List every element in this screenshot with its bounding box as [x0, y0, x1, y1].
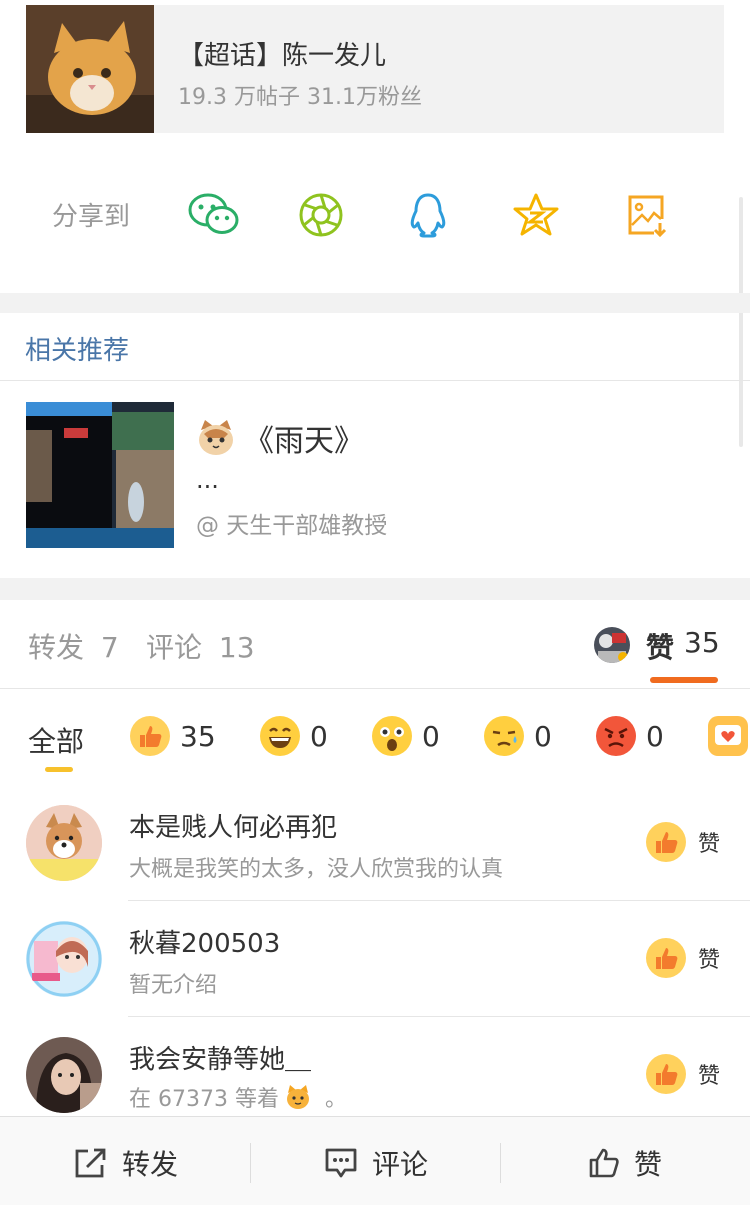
super-topic-card[interactable]: 【超话】陈一发儿 19.3 万帖子 31.1万粉丝 — [26, 5, 724, 133]
repost-button[interactable]: 转发 — [74, 1143, 178, 1183]
comment-icon — [325, 1148, 357, 1178]
sad-emoji-icon — [484, 716, 524, 756]
section-divider — [0, 578, 750, 600]
like-label: 赞 — [698, 948, 721, 973]
tab-comment-label: 评论 — [146, 631, 203, 664]
share-out-icon — [75, 1148, 106, 1178]
bottom-action-bar: 转发 评论 赞 — [0, 1116, 750, 1205]
user-bio: 在 67373 等着 — [129, 1087, 279, 1112]
tab-repost-label: 转发 — [28, 631, 85, 664]
reaction-count: 0 — [646, 719, 664, 753]
filter-active-indicator — [45, 767, 73, 772]
repost-label: 转发 — [122, 1148, 179, 1181]
filter-all[interactable]: 全部 — [28, 720, 84, 760]
wechat-icon — [188, 193, 239, 234]
list-item[interactable]: 秋暮200503 暂无介绍 赞 — [0, 902, 750, 1018]
reaction-count: 0 — [422, 719, 440, 753]
filter-sad[interactable]: 0 — [484, 716, 552, 756]
share-wechat-button[interactable] — [186, 187, 242, 243]
section-divider — [0, 293, 750, 313]
topic-cat-image — [26, 5, 154, 133]
user-bio: 大概是我笑的太多，没人欣赏我的认真 — [129, 857, 504, 882]
user-name[interactable]: 本是贱人何必再犯 — [129, 807, 337, 844]
filter-thumbs-up[interactable]: 35 — [130, 716, 216, 756]
thumbs-up-emoji-icon — [646, 822, 686, 862]
divider — [0, 380, 750, 381]
save-image-icon — [628, 195, 667, 237]
user-bio-suffix: 。 — [324, 1087, 347, 1112]
thumbs-up-emoji-icon — [646, 938, 686, 978]
reaction-count: 0 — [534, 719, 552, 753]
moments-icon — [299, 193, 343, 237]
avatar — [26, 921, 102, 997]
divider — [128, 1016, 750, 1017]
filter-heart[interactable] — [708, 716, 750, 756]
comment-button[interactable]: 评论 — [324, 1143, 428, 1183]
save-image-button[interactable] — [618, 187, 674, 243]
divider — [0, 688, 750, 689]
like-bottom-button[interactable]: 赞 — [588, 1143, 662, 1183]
user-name[interactable]: 我会安静等她＿ — [129, 1039, 311, 1076]
user-bio: 暂无介绍 — [129, 973, 218, 998]
recommended-item-author[interactable]: @ 天生干部雄教授 — [196, 506, 387, 540]
like-user-avatar — [594, 627, 630, 663]
qzone-icon — [513, 193, 559, 236]
tab-repost-count: 7 — [100, 631, 119, 664]
like-button[interactable]: 赞 — [646, 822, 720, 862]
like-button[interactable]: 赞 — [646, 1054, 720, 1094]
divider — [128, 900, 750, 901]
like-label: 赞 — [698, 1064, 721, 1089]
heart-emoji-icon — [708, 716, 748, 756]
user-bio-row: 在 67373 等着 。 — [129, 1081, 347, 1113]
cat-emoji-icon — [199, 420, 233, 455]
angry-emoji-icon — [596, 716, 636, 756]
cat-emoji-icon — [286, 1085, 309, 1109]
like-button[interactable]: 赞 — [646, 938, 720, 978]
share-qzone-button[interactable] — [508, 187, 564, 243]
recommended-video-thumbnail[interactable] — [26, 402, 174, 548]
avatar — [26, 1037, 102, 1113]
recommended-item-title: 《雨天》 — [244, 424, 364, 459]
like-label: 赞 — [698, 832, 721, 857]
reaction-count: 0 — [310, 719, 328, 753]
divider — [500, 1143, 501, 1183]
like-bottom-label: 赞 — [634, 1148, 663, 1181]
user-name[interactable]: 秋暮200503 — [129, 923, 280, 960]
laughing-emoji-icon — [260, 716, 300, 756]
filter-laughing[interactable]: 0 — [260, 716, 328, 756]
recommended-item-title-row[interactable]: 《雨天》 — [196, 416, 364, 460]
tab-like-count: 35 — [684, 626, 720, 659]
thumbs-up-icon — [589, 1148, 619, 1178]
share-qq-button[interactable] — [400, 187, 456, 243]
topic-stats: 19.3 万帖子 31.1万粉丝 — [178, 85, 422, 110]
scrollbar[interactable] — [739, 197, 743, 447]
share-label: 分享到 — [52, 202, 131, 232]
thumbs-up-emoji-icon — [646, 1054, 686, 1094]
share-moments-button[interactable] — [293, 187, 349, 243]
list-item[interactable]: 本是贱人何必再犯 大概是我笑的太多，没人欣赏我的认真 赞 — [0, 786, 750, 902]
tab-repost[interactable]: 转发 7 — [28, 626, 119, 666]
tab-comment-count: 13 — [218, 631, 255, 664]
tab-comment[interactable]: 评论 13 — [146, 626, 255, 666]
divider — [250, 1143, 251, 1183]
recommended-item-description: ... — [196, 466, 219, 494]
thumbs-up-emoji-icon — [130, 716, 170, 756]
reaction-count: 35 — [180, 719, 216, 753]
topic-title: 【超话】陈一发儿 — [178, 41, 387, 71]
surprised-emoji-icon — [372, 716, 412, 756]
avatar — [26, 805, 102, 881]
filter-angry[interactable]: 0 — [596, 716, 664, 756]
related-section-title: 相关推荐 — [25, 336, 130, 366]
tab-like-label: 赞 — [646, 631, 675, 664]
tab-like[interactable]: 赞 35 — [646, 626, 720, 666]
qq-icon — [410, 193, 446, 238]
comment-label: 评论 — [372, 1148, 429, 1181]
filter-surprised[interactable]: 0 — [372, 716, 440, 756]
active-tab-indicator — [650, 677, 718, 683]
